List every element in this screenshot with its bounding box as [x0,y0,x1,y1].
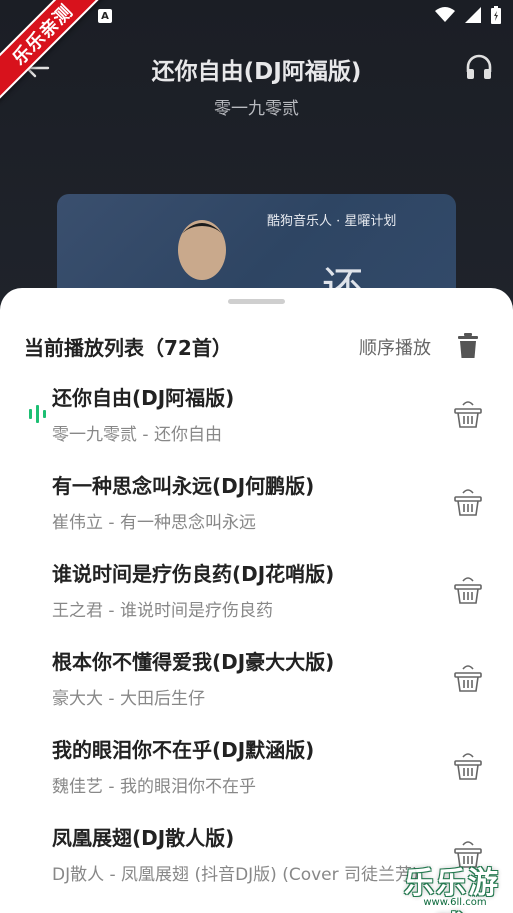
signal-icon [465,7,481,27]
song-subtitle: 豪大大 - 大田后生仔 [52,689,205,709]
playlist-title: 当前播放列表（72首） [24,336,232,360]
list-item[interactable]: 还你自由(DJ阿福版) 零一九零贰 - 还你自由 [0,376,513,464]
battery-icon [491,6,501,28]
drag-handle[interactable] [228,299,285,304]
song-title: 我的眼泪你不在乎(DJ默涵版) [52,738,315,762]
song-subtitle: 王之君 - 谁说时间是疗伤良药 [52,601,273,621]
song-subtitle: 崔伟立 - 有一种思念叫永远 [52,513,256,533]
now-playing-artist: 零一九零贰 [214,99,299,119]
headphone-icon[interactable] [464,52,494,82]
equalizer-icon [28,404,48,424]
song-subtitle: 零一九零贰 - 还你自由 [52,425,222,445]
basket-delete-icon[interactable] [452,398,484,430]
playlist-sheet: 当前播放列表（72首） 顺序播放 还你自由(DJ阿福版) 零一九零贰 - 还你自… [0,288,513,913]
song-title: 谁说时间是疗伤良药(DJ花哨版) [52,562,335,586]
song-title: 有一种思念叫永远(DJ何鹏版) [52,474,315,498]
basket-delete-icon[interactable] [452,574,484,606]
basket-delete-icon[interactable] [452,750,484,782]
list-item[interactable]: 根本你不懂得爱我(DJ豪大大版) 豪大大 - 大田后生仔 [0,640,513,728]
play-mode-button[interactable]: 顺序播放 [359,334,431,360]
notification-icon: A [98,9,112,23]
list-item[interactable]: 有一种思念叫永远(DJ何鹏版) 崔伟立 - 有一种思念叫永远 [0,464,513,552]
basket-delete-icon[interactable] [452,662,484,694]
watermark-url: www.6ll.com [423,897,487,908]
song-title: 根本你不懂得爱我(DJ豪大大版) [52,650,335,674]
list-item[interactable]: 我的眼泪你不在乎(DJ默涵版) 魏佳艺 - 我的眼泪你不在乎 [0,728,513,816]
list-item[interactable]: 谁说时间是疗伤良药(DJ花哨版) 王之君 - 谁说时间是疗伤良药 [0,552,513,640]
song-title: 还你自由(DJ阿福版) [52,386,235,410]
song-list: 还你自由(DJ阿福版) 零一九零贰 - 还你自由 有一种思念叫永远(DJ何鹏版)… [0,376,513,904]
trash-icon[interactable] [456,333,480,359]
album-caption: 酷狗音乐人 · 星曜计划 [267,214,397,229]
song-subtitle: 魏佳艺 - 我的眼泪你不在乎 [52,777,256,797]
song-title: 凤凰展翅(DJ散人版) [52,826,235,850]
wifi-icon [435,7,455,27]
basket-delete-icon[interactable] [452,486,484,518]
playlist-header: 当前播放列表（72首） 顺序播放 [24,332,489,362]
now-playing-title: 还你自由(DJ阿福版) [151,59,362,85]
